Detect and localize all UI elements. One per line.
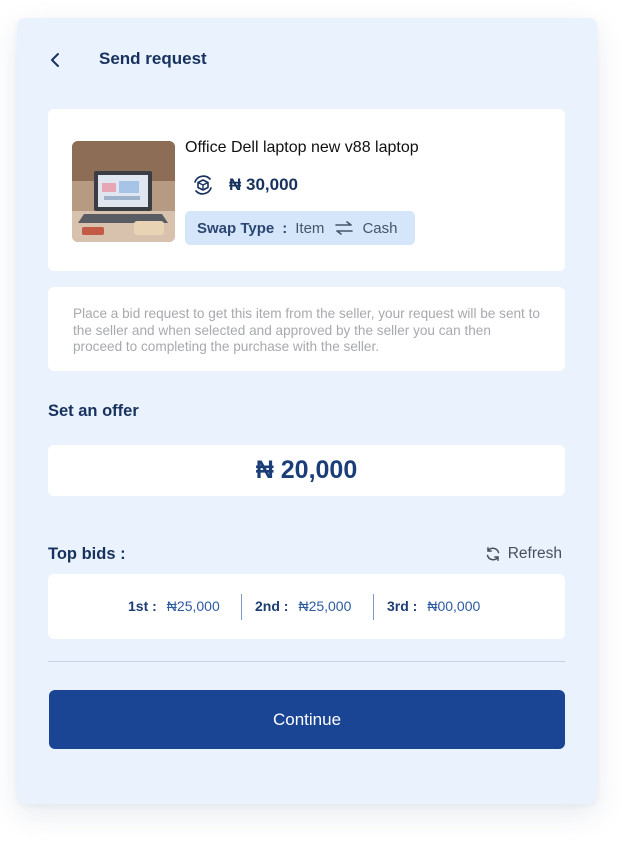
bid-divider [373,594,374,620]
product-price-row: ₦ 30,000 [191,173,298,197]
swap-cube-icon [194,175,212,195]
info-text: Place a bid request to get this item fro… [73,306,540,354]
bid-rank: 1st : [128,598,157,614]
swap-from: Item [295,219,325,237]
bid-amount: ₦25,000 [166,598,220,614]
product-image [72,141,175,242]
swap-type-separator: : [282,219,288,237]
bid-item-3: 3rd : ₦00,000 [387,598,480,614]
product-price: ₦ 30,000 [229,175,298,194]
swap-type-label: Swap Type [197,219,275,237]
offer-value: ₦ 20,000 [255,456,358,484]
swap-arrows-icon [334,221,354,235]
divider [48,661,565,662]
bid-amount: ₦25,000 [298,598,352,614]
swap-to: Cash [362,219,398,237]
top-bids-label: Top bids : [48,545,126,563]
bid-item-2: 2nd : ₦25,000 [255,598,351,614]
bid-amount: ₦00,000 [427,598,481,614]
chevron-left-icon [51,53,59,67]
page-title: Send request [99,49,207,68]
back-button[interactable] [48,51,62,69]
continue-button[interactable]: Continue [49,690,565,749]
refresh-button[interactable]: Refresh [485,545,562,563]
bid-rank: 2nd : [255,598,289,614]
bid-rank: 3rd : [387,598,418,614]
refresh-icon [486,547,499,561]
bid-divider [241,594,242,620]
swap-type-badge: Swap Type : Item Cash [185,211,415,245]
offer-label: Set an offer [48,402,139,420]
offer-input[interactable]: ₦ 20,000 [48,445,565,496]
product-name: Office Dell laptop new v88 laptop [185,139,419,156]
refresh-label: Refresh [507,545,562,562]
bid-item-1: 1st : ₦25,000 [128,598,220,614]
